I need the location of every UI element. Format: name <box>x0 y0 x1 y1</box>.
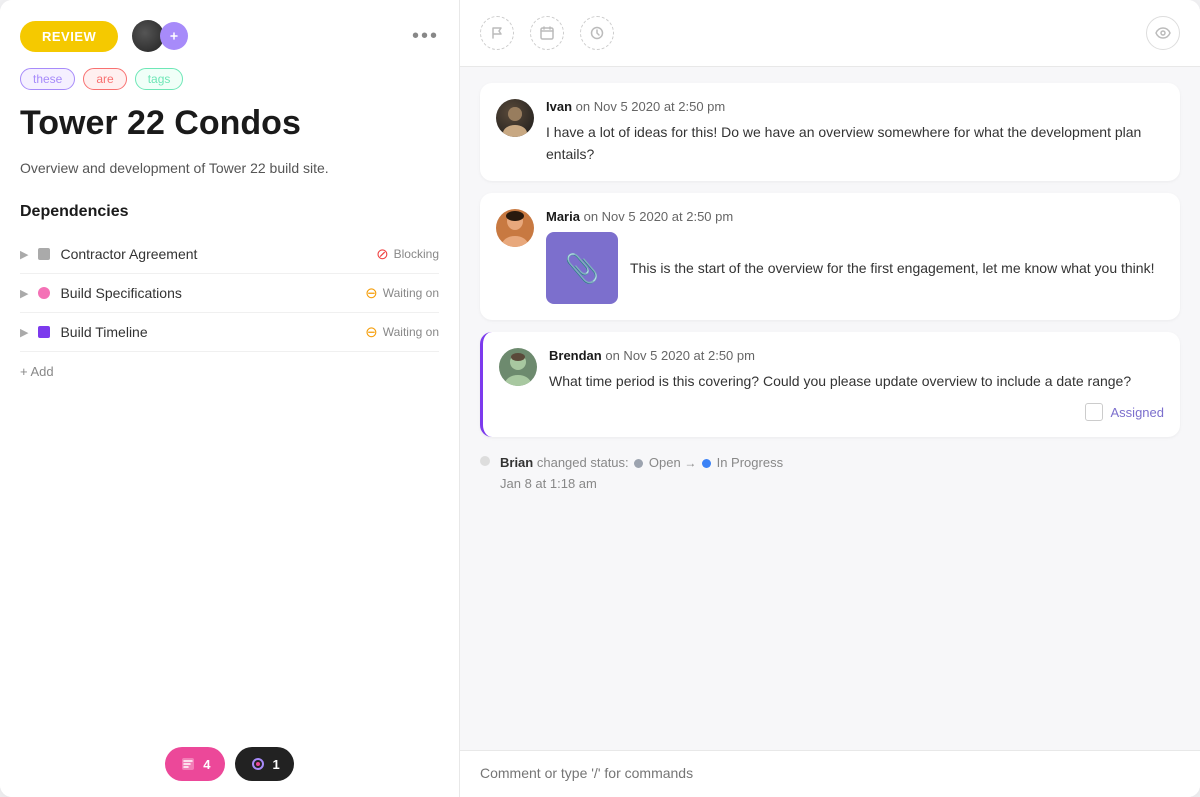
notion-count: 4 <box>203 757 210 772</box>
add-dependency-button[interactable]: + Add <box>20 352 54 391</box>
waiting-label-1: Waiting on <box>383 286 439 300</box>
action-text: changed status: <box>537 455 629 470</box>
comment-card-ivan: Ivan on Nov 5 2020 at 2:50 pm I have a l… <box>480 83 1180 181</box>
clock-button[interactable] <box>580 16 614 50</box>
dependency-row: ▶ Build Timeline ⊖ Waiting on <box>20 313 439 352</box>
comment-card-brendan: Brendan on Nov 5 2020 at 2:50 pm What ti… <box>480 332 1180 437</box>
maria-comment-body: Maria on Nov 5 2020 at 2:50 pm 📎 This is… <box>546 209 1164 304</box>
brendan-name: Brendan <box>549 348 602 363</box>
dep-name-build-timeline: Build Timeline <box>60 324 355 340</box>
project-description: Overview and development of Tower 22 bui… <box>20 157 439 179</box>
status-change-dot <box>480 456 490 466</box>
comments-area: Ivan on Nov 5 2020 at 2:50 pm I have a l… <box>460 67 1200 750</box>
ivan-text: I have a lot of ideas for this! Do we ha… <box>546 122 1164 165</box>
figma-icon <box>249 755 267 773</box>
maria-name: Maria <box>546 209 580 224</box>
left-footer: 4 1 <box>0 731 459 797</box>
ivan-comment-body: Ivan on Nov 5 2020 at 2:50 pm I have a l… <box>546 99 1164 165</box>
brendan-avatar <box>499 348 537 386</box>
waiting-dot-icon-2: ⊖ <box>365 323 378 341</box>
status-badge-waiting-1: ⊖ Waiting on <box>365 284 439 302</box>
assigned-label: Assigned <box>1111 405 1164 420</box>
brian-name: Brian <box>500 455 533 470</box>
waiting-dot-icon: ⊖ <box>365 284 378 302</box>
avatar-group <box>130 18 188 54</box>
status-badge-waiting-2: ⊖ Waiting on <box>365 323 439 341</box>
notion-badge[interactable]: 4 <box>165 747 224 781</box>
project-title: Tower 22 Condos <box>20 104 439 143</box>
comment-card-maria: Maria on Nov 5 2020 at 2:50 pm 📎 This is… <box>480 193 1180 320</box>
dep-name-contractor: Contractor Agreement <box>60 246 366 262</box>
maria-text: This is the start of the overview for th… <box>630 258 1154 280</box>
change-timestamp: Jan 8 at 1:18 am <box>500 476 597 491</box>
left-content: Tower 22 Condos Overview and development… <box>0 104 459 731</box>
dependencies-heading: Dependencies <box>20 203 439 221</box>
assigned-checkbox[interactable] <box>1085 403 1103 421</box>
comment-input[interactable] <box>480 765 1180 781</box>
figma-badge[interactable]: 1 <box>235 747 294 781</box>
tag-these[interactable]: these <box>20 68 75 90</box>
blocking-label: Blocking <box>394 247 439 261</box>
ivan-timestamp: on Nov 5 2020 at 2:50 pm <box>576 99 726 114</box>
maria-meta: Maria on Nov 5 2020 at 2:50 pm <box>546 209 1164 224</box>
blocking-dot-icon: ⊘ <box>376 245 389 263</box>
dependency-row: ▶ Build Specifications ⊖ Waiting on <box>20 274 439 313</box>
comment-input-row <box>460 750 1200 797</box>
arrow-icon: → <box>684 456 696 470</box>
dependency-row: ▶ Contractor Agreement ⊘ Blocking <box>20 235 439 274</box>
ivan-name: Ivan <box>546 99 572 114</box>
status-change-card: Brian changed status: Open → In Progress… <box>480 449 1180 499</box>
notion-icon <box>179 755 197 773</box>
maria-avatar <box>496 209 534 247</box>
dep-dot-purple <box>38 326 50 338</box>
eye-button[interactable] <box>1146 16 1180 50</box>
brendan-meta: Brendan on Nov 5 2020 at 2:50 pm <box>549 348 1164 363</box>
attachment-thumbnail[interactable]: 📎 <box>546 232 618 304</box>
to-status: In Progress <box>717 455 783 470</box>
paperclip-icon: 📎 <box>565 252 600 285</box>
waiting-label-2: Waiting on <box>383 325 439 339</box>
chevron-icon[interactable]: ▶ <box>20 326 28 339</box>
calendar-button[interactable] <box>530 16 564 50</box>
status-badge-blocking: ⊘ Blocking <box>376 245 439 263</box>
tags-row: these are tags <box>0 68 459 104</box>
status-change-text: Brian changed status: Open → In Progress… <box>500 453 783 495</box>
from-status: Open <box>649 455 681 470</box>
left-panel: REVIEW ••• these are tags Tow <box>0 0 460 797</box>
dep-dot-pink <box>38 287 50 299</box>
more-options-button[interactable]: ••• <box>412 25 439 48</box>
brendan-comment-body: Brendan on Nov 5 2020 at 2:50 pm What ti… <box>549 348 1164 421</box>
app-container: REVIEW ••• these are tags Tow <box>0 0 1200 797</box>
tag-are[interactable]: are <box>83 68 126 90</box>
chevron-icon[interactable]: ▶ <box>20 248 28 261</box>
brendan-timestamp: on Nov 5 2020 at 2:50 pm <box>605 348 755 363</box>
figma-count: 1 <box>273 757 280 772</box>
assigned-row: Assigned <box>549 403 1164 421</box>
open-dot-icon <box>634 459 643 468</box>
tag-tags[interactable]: tags <box>135 68 184 90</box>
dep-dot-gray <box>38 248 50 260</box>
right-header <box>460 0 1200 67</box>
dep-name-build-spec: Build Specifications <box>60 285 355 301</box>
left-header: REVIEW ••• <box>0 0 459 68</box>
brendan-text: What time period is this covering? Could… <box>549 371 1164 393</box>
chevron-icon[interactable]: ▶ <box>20 287 28 300</box>
maria-timestamp: on Nov 5 2020 at 2:50 pm <box>584 209 734 224</box>
review-button[interactable]: REVIEW <box>20 21 118 52</box>
ivan-meta: Ivan on Nov 5 2020 at 2:50 pm <box>546 99 1164 114</box>
add-user-button[interactable] <box>160 22 188 50</box>
ivan-avatar <box>496 99 534 137</box>
right-panel: Ivan on Nov 5 2020 at 2:50 pm I have a l… <box>460 0 1200 797</box>
maria-content: 📎 This is the start of the overview for … <box>546 232 1164 304</box>
progress-dot-icon <box>702 459 711 468</box>
flag-button[interactable] <box>480 16 514 50</box>
